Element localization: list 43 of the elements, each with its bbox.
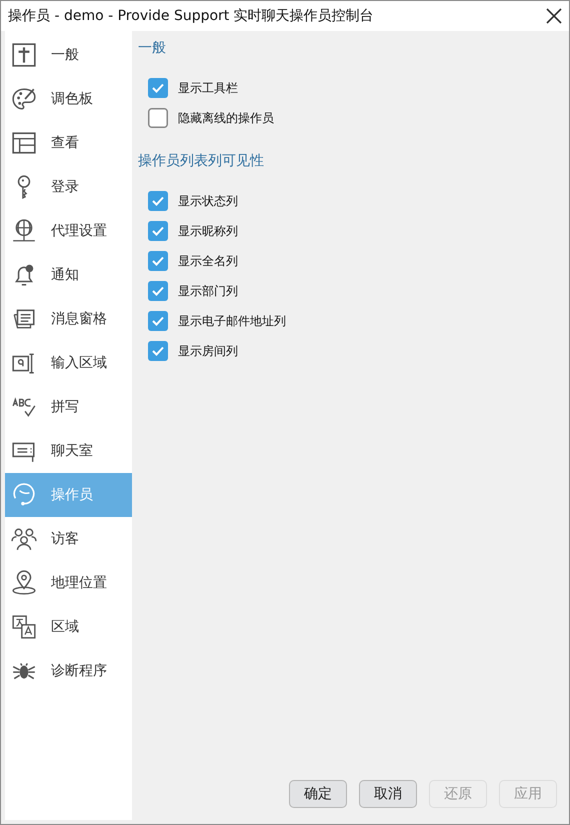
checkbox[interactable]: [148, 281, 168, 301]
dialog-button[interactable]: 确定: [289, 780, 347, 808]
checkbox[interactable]: [148, 311, 168, 331]
checkbox-label: 显示房间列: [178, 342, 238, 360]
checkbox[interactable]: [148, 251, 168, 271]
sidebar-item[interactable]: 登录: [5, 165, 132, 209]
section-heading: 操作员列表列可见性: [138, 152, 265, 170]
category-icon: [11, 130, 37, 156]
checkbox-label: 显示部门列: [178, 282, 238, 300]
sidebar-item[interactable]: 聊天室: [5, 429, 132, 473]
sidebar-item[interactable]: 一般: [5, 33, 132, 77]
checkbox-label: 显示全名列: [178, 252, 238, 270]
category-icon: [11, 42, 37, 68]
sidebar-item[interactable]: 查看: [5, 121, 132, 165]
checkbox[interactable]: [148, 78, 168, 98]
checkbox-label: 显示昵称列: [178, 222, 238, 240]
category-icon: [11, 482, 37, 508]
sidebar-item[interactable]: 通知: [5, 253, 132, 297]
window-title: 操作员 - demo - Provide Support 实时聊天操作员控制台: [8, 7, 374, 25]
sidebar-item[interactable]: 诊断程序: [5, 649, 132, 693]
section-heading: 一般: [138, 39, 167, 57]
sidebar-item[interactable]: 消息窗格: [5, 297, 132, 341]
checkbox[interactable]: [148, 191, 168, 211]
checkbox-label: 隐藏离线的操作员: [178, 110, 274, 126]
checkbox-label: 显示状态列: [178, 192, 238, 210]
sidebar-item[interactable]: 输入区域: [5, 341, 132, 385]
category-icon: [11, 614, 37, 640]
dialog-button[interactable]: 取消: [359, 780, 417, 808]
checkbox-label: 显示电子邮件地址列: [178, 312, 286, 330]
sidebar-item[interactable]: 访客: [5, 517, 132, 561]
checkbox[interactable]: [148, 108, 168, 128]
sidebar-item[interactable]: 代理设置: [5, 209, 132, 253]
category-icon: [11, 86, 37, 112]
category-icon: [11, 218, 37, 244]
sidebar-item[interactable]: 地理位置: [5, 561, 132, 605]
sidebar-item[interactable]: 拼写: [5, 385, 132, 429]
sidebar-item[interactable]: 区域: [5, 605, 132, 649]
category-icon: [11, 526, 37, 552]
checkbox[interactable]: [148, 341, 168, 361]
checkbox-label: 显示工具栏: [178, 80, 238, 96]
checkbox[interactable]: [148, 221, 168, 241]
sidebar-item[interactable]: 调色板: [5, 77, 132, 121]
category-icon: [11, 570, 37, 596]
